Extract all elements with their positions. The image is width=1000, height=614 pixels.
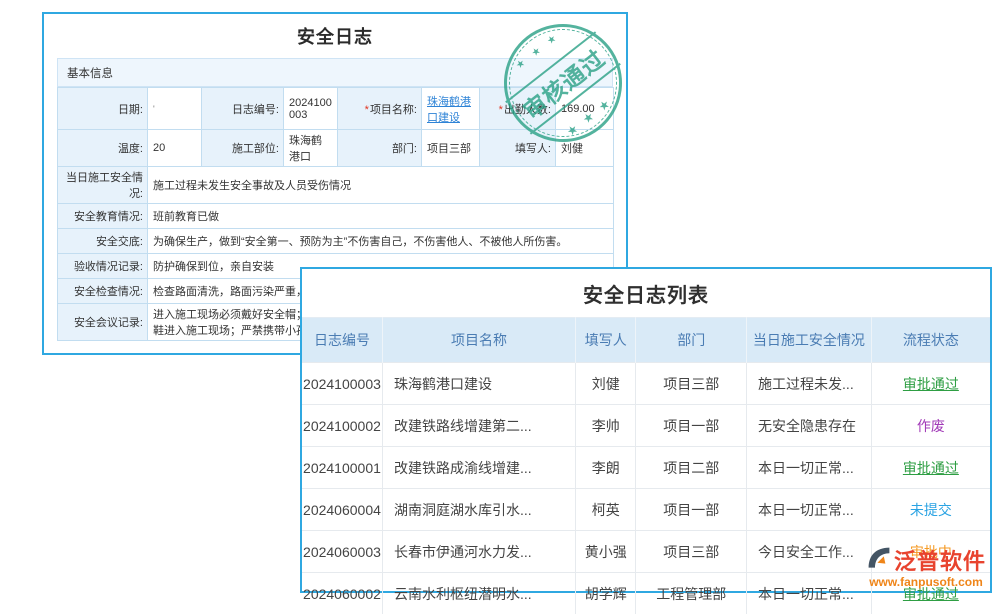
cell-project-name[interactable]: 改建铁路线增建第二... [382,405,575,447]
cell-writer[interactable]: 刘健 [576,363,636,405]
cell-department: 工程管理部 [636,573,747,614]
detail-label-daily-safety: 当日施工安全情况: [58,167,148,204]
cell-department: 项目三部 [636,363,747,405]
table-row: 2024060004 湖南洞庭湖水库引水... 柯英 项目一部 本日一切正常..… [302,489,990,531]
writer-label: 填写人: [480,130,556,167]
cell-log-id[interactable]: 2024100003 [302,363,382,405]
construction-site-label: 施工部位: [202,130,284,167]
col-header-writer: 填写人 [576,318,636,363]
brand-logo-icon [866,546,892,575]
col-header-project-name: 项目名称 [382,318,575,363]
cell-log-id[interactable]: 2024060002 [302,573,382,614]
cell-flow-status: 未提交 [871,489,990,531]
temperature-label: 温度: [58,130,148,167]
cell-project-name[interactable]: 长春市伊通河水力发... [382,531,575,573]
table-row: 2024100003 珠海鹤港口建设 刘健 项目三部 施工过程未发... 审批通… [302,363,990,405]
detail-value-safety-disclosure: 为确保生产，做到“安全第一、预防为主”不伤害自己，不伤害他人、不被他人所伤害。 [148,229,614,254]
detail-label-safety-meeting: 安全会议记录: [58,304,148,341]
cell-daily-safety: 本日一切正常... [747,447,872,489]
detail-label-safety-education: 安全教育情况: [58,204,148,229]
construction-site-value: 珠海鹤港口 [284,130,338,167]
detail-value-safety-education: 班前教育已做 [148,204,614,229]
brand-name: 泛普软件 [894,544,986,576]
form-title: 安全日志 [44,23,626,49]
cell-writer[interactable]: 胡学辉 [576,573,636,614]
cell-log-id[interactable]: 2024060004 [302,489,382,531]
table-row: 2024100002 改建铁路线增建第二... 李帅 项目一部 无安全隐患存在 … [302,405,990,447]
cell-writer[interactable]: 李帅 [576,405,636,447]
cell-daily-safety: 施工过程未发... [747,363,872,405]
list-title: 安全日志列表 [302,269,990,317]
table-row: 2024100001 改建铁路成渝线增建... 李朗 项目二部 本日一切正常..… [302,447,990,489]
cell-project-name[interactable]: 改建铁路成渝线增建... [382,447,575,489]
col-header-flow-status: 流程状态 [871,318,990,363]
detail-label-safety-disclosure: 安全交底: [58,229,148,254]
cell-daily-safety: 本日一切正常... [747,573,872,614]
temperature-value: 20 [148,130,202,167]
attendance-value: 169.00 [556,88,614,130]
cell-daily-safety: 今日安全工作... [747,531,872,573]
cell-project-name[interactable]: 湖南洞庭湖水库引水... [382,489,575,531]
date-label: 日期: [58,88,148,130]
required-asterisk: * [365,104,369,116]
cell-daily-safety: 本日一切正常... [747,489,872,531]
table-header-row: 日志编号 项目名称 填写人 部门 当日施工安全情况 流程状态 [302,318,990,363]
cell-department: 项目一部 [636,405,747,447]
cell-writer[interactable]: 柯英 [576,489,636,531]
cell-flow-status: 作废 [871,405,990,447]
date-value: ' [148,88,202,130]
attendance-label: *出勤人数: [480,88,556,130]
cell-log-id[interactable]: 2024100001 [302,447,382,489]
log-number-value: 2024100003 [284,88,338,130]
col-header-daily-safety: 当日施工安全情况 [747,318,872,363]
detail-value-daily-safety: 施工过程未发生安全事故及人员受伤情况 [148,167,614,204]
cell-department: 项目一部 [636,489,747,531]
col-header-department: 部门 [636,318,747,363]
cell-writer[interactable]: 李朗 [576,447,636,489]
department-value: 项目三部 [422,130,480,167]
cell-log-id[interactable]: 2024060003 [302,531,382,573]
cell-department: 项目三部 [636,531,747,573]
log-number-label: 日志编号: [202,88,284,130]
cell-flow-status[interactable]: 审批通过 [871,447,990,489]
project-name-cell: 珠海鹤港口建设 [422,88,480,130]
department-label: 部门: [338,130,422,167]
section-header-basic-info: 基本信息 [57,58,613,87]
cell-writer[interactable]: 黄小强 [576,531,636,573]
detail-label-acceptance-record: 验收情况记录: [58,254,148,279]
col-header-log-id: 日志编号 [302,318,382,363]
cell-flow-status[interactable]: 审批通过 [871,363,990,405]
brand-watermark: 泛普软件 www.fanpusoft.com [856,544,996,589]
writer-value: 刘健 [556,130,614,167]
detail-label-safety-inspection: 安全检查情况: [58,279,148,304]
project-name-label: *项目名称: [338,88,422,130]
cell-project-name[interactable]: 珠海鹤港口建设 [382,363,575,405]
required-asterisk: * [499,104,503,116]
cell-daily-safety: 无安全隐患存在 [747,405,872,447]
cell-project-name[interactable]: 云南水利枢纽潜明水... [382,573,575,614]
page: { "colors": { "panel_border": "#2fa8e1",… [0,0,1000,600]
cell-department: 项目二部 [636,447,747,489]
cell-log-id[interactable]: 2024100002 [302,405,382,447]
brand-url: www.fanpusoft.com [856,575,996,589]
project-name-link[interactable]: 珠海鹤港口建设 [427,96,471,124]
